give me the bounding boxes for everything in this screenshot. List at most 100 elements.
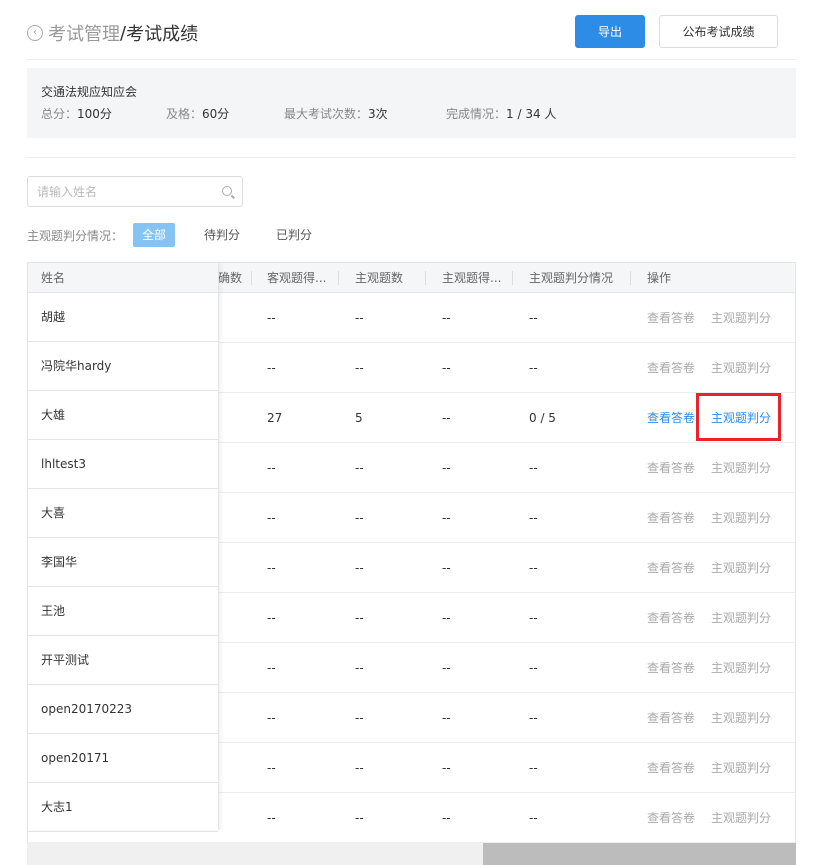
subjective-score-cell: -- [442,361,451,375]
grade-subjective-button[interactable]: 主观题判分 [711,293,771,343]
col-grading-status: 主观题判分情况 [529,271,614,285]
pass-score: 及格：60分 [166,105,284,122]
subjective-count-cell: -- [355,711,364,725]
completion-status: 完成情况：1 / 34 人 [446,105,556,122]
objective-score-cell: -- [267,511,276,525]
grade-subjective-button[interactable]: 主观题判分 [711,393,771,443]
grade-subjective-button[interactable]: 主观题判分 [711,793,771,843]
filter-label: 主观题判分情况： [27,228,124,243]
student-name-cell: open20170223 [28,685,218,734]
subjective-score-cell: -- [442,311,451,325]
grading-filter: 主观题判分情况： 全部 待判分 已判分 [27,223,339,247]
scrollbar-thumb[interactable] [483,843,796,865]
max-attempts-label: 最大考试次数： [284,107,369,121]
grading-status-cell: -- [529,661,538,675]
filter-pending[interactable]: 待判分 [195,223,249,247]
total-score-value: 100分 [77,107,112,121]
total-score: 总分：100分 [41,105,166,122]
grade-subjective-button[interactable]: 主观题判分 [711,643,771,693]
subjective-count-cell: 5 [355,411,363,425]
publish-scores-button[interactable]: 公布考试成绩 [659,15,778,48]
divider [27,157,796,158]
page-header: ‹ 考试管理 / 考试成绩 导出 公布考试成绩 [27,14,796,60]
search-box [27,176,243,207]
objective-score-cell: -- [267,811,276,825]
scores-table: 确数 客观题得... 主观题数 主观题得... 主观题判分情况 操作 -- -- -… [27,262,796,865]
student-name-cell: 冯院华hardy [28,342,218,391]
subjective-score-cell: -- [442,511,451,525]
search-icon[interactable] [222,186,232,196]
view-answers-button[interactable]: 查看答卷 [647,443,695,493]
view-answers-button[interactable]: 查看答卷 [647,593,695,643]
subjective-score-cell: -- [442,761,451,775]
exam-title: 交通法规应知应会 [41,85,138,99]
subjective-score-cell: -- [442,711,451,725]
col-subjective-score: 主观题得... [442,271,502,285]
view-answers-button[interactable]: 查看答卷 [647,293,695,343]
total-score-label: 总分： [41,107,78,121]
view-answers-button[interactable]: 查看答卷 [647,693,695,743]
view-answers-button[interactable]: 查看答卷 [647,343,695,393]
horizontal-scrollbar[interactable] [27,843,796,865]
grading-status-cell: -- [529,611,538,625]
student-name-cell: open20171 [28,734,218,783]
fixed-name-column: 姓名 胡越 冯院华hardy 大雄 lhltest3 大喜 李国华 王池 开平测试 open20… [28,263,219,832]
view-answers-button[interactable]: 查看答卷 [647,643,695,693]
subjective-count-cell: -- [355,761,364,775]
objective-score-cell: -- [267,461,276,475]
grade-subjective-button[interactable]: 主观题判分 [711,443,771,493]
name-search-input[interactable] [28,177,208,206]
subjective-score-cell: -- [442,561,451,575]
view-answers-button[interactable]: 查看答卷 [647,743,695,793]
column-separator [630,271,631,285]
col-subjective-count: 主观题数 [355,271,404,285]
exam-stats: 总分：100分 及格：60分 最大考试次数：3次 完成情况：1 / 34 人 [41,105,782,122]
pass-score-label: 及格： [166,107,203,121]
completion-label: 完成情况： [446,107,507,121]
grading-status-cell: 0 / 5 [529,411,556,425]
column-separator [251,271,252,285]
grade-subjective-button[interactable]: 主观题判分 [711,593,771,643]
grade-subjective-button[interactable]: 主观题判分 [711,743,771,793]
breadcrumb-parent[interactable]: 考试管理 [48,20,120,46]
objective-score-cell: -- [267,561,276,575]
completion-value: 1 / 34 人 [506,107,557,121]
grading-status-cell: -- [529,311,538,325]
grade-subjective-button[interactable]: 主观题判分 [711,343,771,393]
grade-subjective-button[interactable]: 主观题判分 [711,493,771,543]
max-attempts-value: 3次 [368,107,388,121]
subjective-count-cell: -- [355,611,364,625]
max-attempts: 最大考试次数：3次 [284,105,446,122]
export-button[interactable]: 导出 [575,15,645,48]
pass-score-value: 60分 [202,107,230,121]
subjective-count-cell: -- [355,511,364,525]
student-name-cell: 开平测试 [28,636,218,685]
filter-graded[interactable]: 已判分 [267,223,321,247]
filter-all[interactable]: 全部 [133,223,176,247]
grading-status-cell: -- [529,561,538,575]
breadcrumb: ‹ 考试管理 / 考试成绩 [27,20,198,46]
view-answers-button[interactable]: 查看答卷 [647,793,695,843]
back-icon[interactable]: ‹ [27,25,43,41]
col-actions: 操作 [647,271,672,285]
grade-subjective-button[interactable]: 主观题判分 [711,693,771,743]
view-answers-button[interactable]: 查看答卷 [647,493,695,543]
subjective-count-cell: -- [355,811,364,825]
subjective-score-cell: -- [442,411,451,425]
grading-status-cell: -- [529,511,538,525]
column-separator [512,271,513,285]
view-answers-button[interactable]: 查看答卷 [647,543,695,593]
exam-info-panel: 交通法规应知应会 总分：100分 及格：60分 最大考试次数：3次 完成情况：1… [27,68,796,138]
student-name-cell: 大志1 [28,783,218,832]
view-answers-button[interactable]: 查看答卷 [647,393,695,443]
subjective-score-cell: -- [442,461,451,475]
student-name-cell: lhltest3 [28,440,218,489]
grading-status-cell: -- [529,361,538,375]
objective-score-cell: -- [267,711,276,725]
student-name-cell: 王池 [28,587,218,636]
col-name: 姓名 [28,263,218,293]
objective-score-cell: 27 [267,411,283,425]
objective-score-cell: -- [267,611,276,625]
grade-subjective-button[interactable]: 主观题判分 [711,543,771,593]
student-name-cell: 大雄 [28,391,218,440]
